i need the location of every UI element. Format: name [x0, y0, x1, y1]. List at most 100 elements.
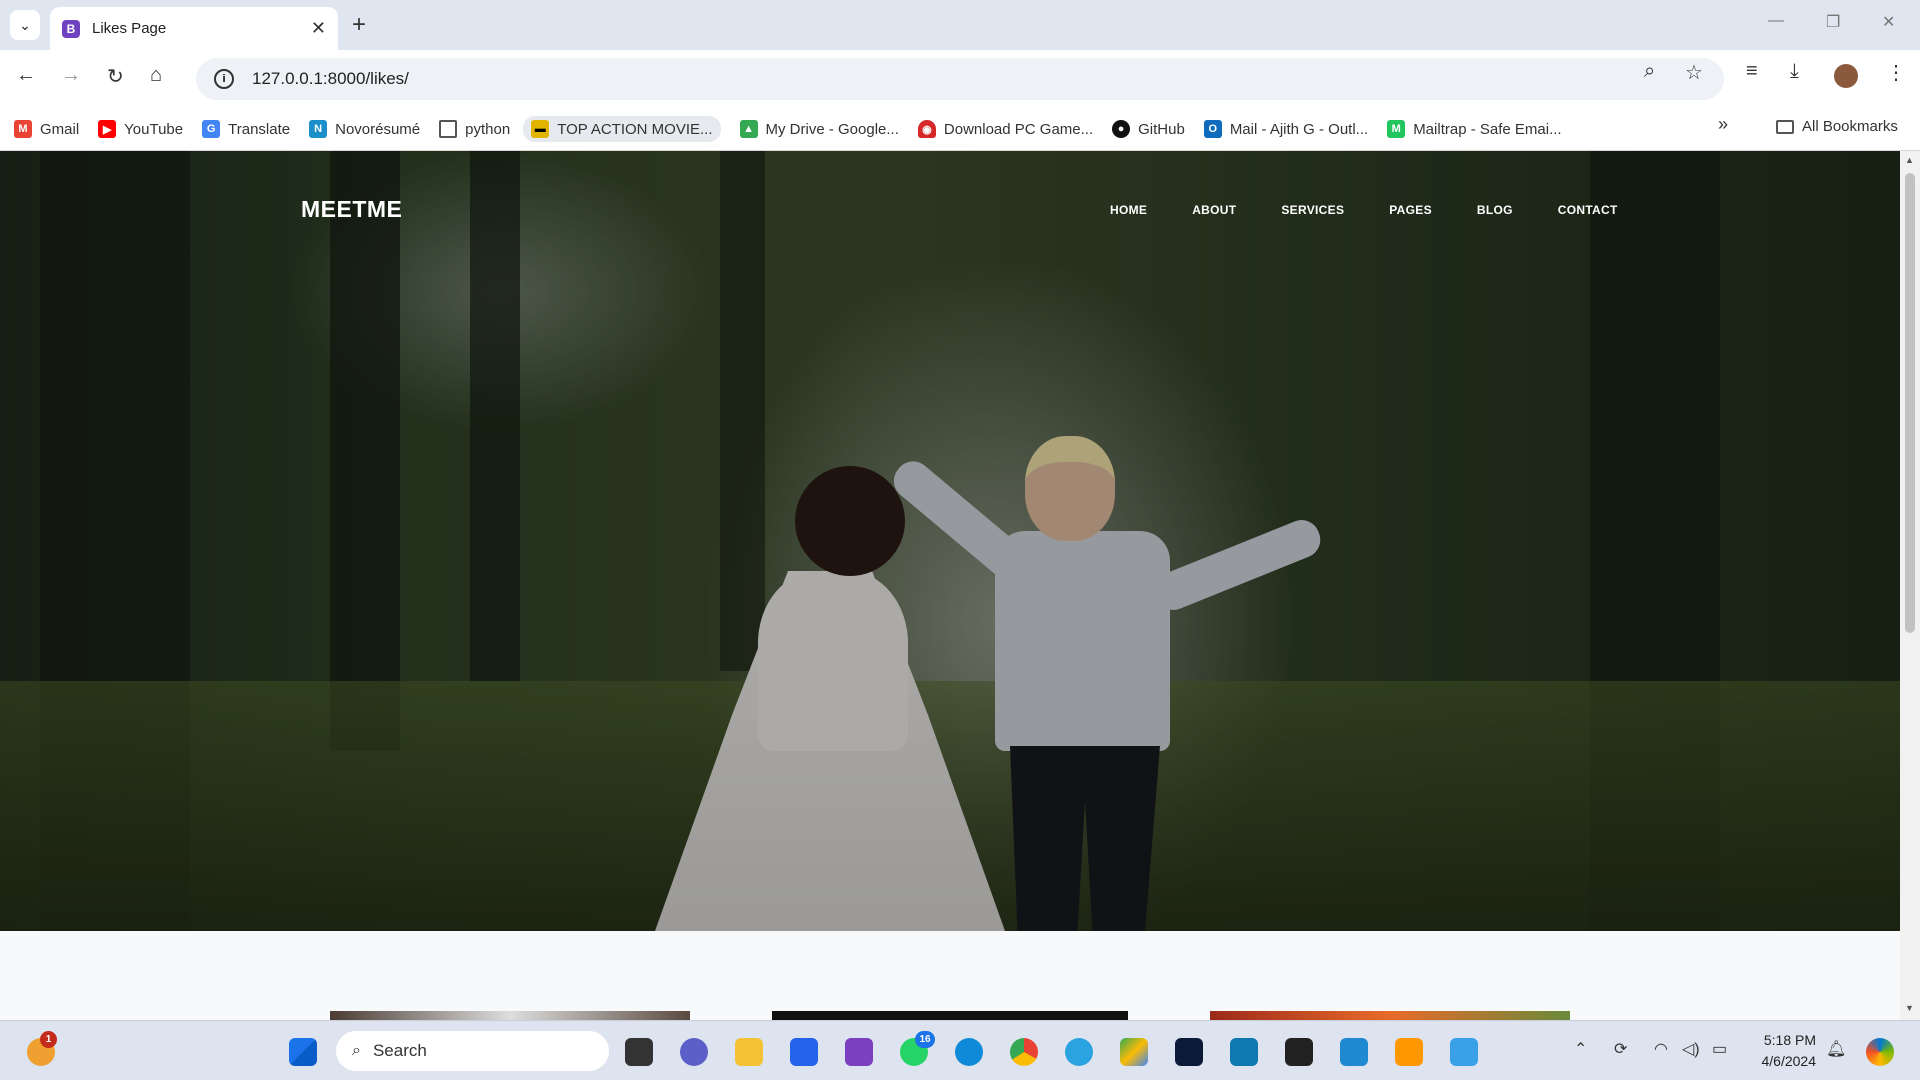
- sublime-text-icon[interactable]: [1395, 1038, 1423, 1066]
- bookmark-novoresume[interactable]: N Novorésumé: [309, 120, 420, 138]
- tab-search-chevron-icon[interactable]: ⌄: [10, 10, 40, 40]
- bookmark-youtube[interactable]: ▶ YouTube: [98, 120, 183, 138]
- search-icon: ⌕: [352, 1042, 361, 1059]
- teams-chat-icon[interactable]: [680, 1038, 708, 1066]
- outlook-icon: O: [1203, 120, 1222, 138]
- bookmarks-bar: M Gmail ▶ YouTube G Translate N Novorésumé p…: [0, 108, 1920, 151]
- site-info-icon[interactable]: i: [214, 69, 234, 89]
- github-icon: ●: [1112, 120, 1131, 138]
- folder-icon: [1776, 119, 1794, 134]
- telegram-icon[interactable]: [1065, 1038, 1093, 1066]
- windows-taskbar: 1 ⌕ Search 16 ⌃ ⟳ ◠ ◁) ▭ 5:18 PM 4/6/202…: [0, 1020, 1920, 1080]
- tab-likes-page[interactable]: B Likes Page ✕: [50, 7, 338, 50]
- file-explorer-icon[interactable]: [735, 1038, 763, 1066]
- card-image-thumbnail[interactable]: [330, 1011, 690, 1020]
- wifi-icon[interactable]: ◠: [1654, 1039, 1668, 1059]
- terminal-icon[interactable]: [1285, 1038, 1313, 1066]
- close-tab-icon[interactable]: ✕: [311, 18, 326, 39]
- hero-banner: [0, 151, 1900, 931]
- home-icon[interactable]: ⌂: [150, 64, 162, 87]
- zoom-magnifier-icon[interactable]: ⌕: [1644, 60, 1655, 83]
- new-tab-plus-icon[interactable]: +: [352, 11, 366, 39]
- more-bookmarks-chevron-icon[interactable]: »: [1718, 114, 1728, 135]
- weather-notification-badge: 1: [40, 1031, 57, 1048]
- drive-icon: ▲: [739, 120, 758, 138]
- bookmark-download-pc-game[interactable]: ◉ Download PC Game...: [917, 120, 1093, 138]
- bookmark-star-icon[interactable]: ☆: [1685, 60, 1703, 85]
- disney-plus-icon[interactable]: [1175, 1038, 1203, 1066]
- all-bookmarks-button[interactable]: All Bookmarks: [1776, 118, 1898, 135]
- copilot-icon[interactable]: [1866, 1038, 1894, 1066]
- tab-title: Likes Page: [92, 20, 167, 37]
- bookmark-translate[interactable]: G Translate: [202, 120, 290, 138]
- address-bar[interactable]: i 127.0.0.1:8000/likes/: [196, 58, 1724, 100]
- bookmark-outlook-mail[interactable]: O Mail - Ajith G - Outl...: [1203, 120, 1368, 138]
- folder-icon: [439, 120, 458, 138]
- page-scrollbar[interactable]: ▲ ▼: [1900, 151, 1920, 1020]
- translate-icon: G: [202, 120, 221, 138]
- back-arrow-icon[interactable]: ←: [16, 64, 36, 87]
- game-icon: ◉: [917, 120, 936, 138]
- nav-about[interactable]: ABOUT: [1192, 203, 1236, 217]
- clock-date: 4/6/2024: [1761, 1053, 1817, 1069]
- restore-icon[interactable]: ❐: [1826, 12, 1840, 32]
- window-close-icon[interactable]: ✕: [1882, 12, 1895, 32]
- show-hidden-icons-chevron-icon[interactable]: ⌃: [1574, 1039, 1587, 1059]
- browser-chrome: ⌄ B Likes Page ✕ + — ❐ ✕ ← → ↻ ⌂ i 127.0…: [0, 0, 1920, 151]
- gmail-icon: M: [14, 120, 32, 138]
- bookmark-mailtrap[interactable]: M Mailtrap - Safe Emai...: [1387, 120, 1562, 138]
- bookmark-python-folder[interactable]: python: [439, 120, 510, 138]
- nav-home[interactable]: HOME: [1110, 203, 1147, 217]
- battery-icon[interactable]: ▭: [1712, 1039, 1727, 1059]
- whatsapp-notification-badge: 16: [915, 1031, 935, 1048]
- microsoft-store-icon[interactable]: [790, 1038, 818, 1066]
- vscode-icon[interactable]: [1340, 1038, 1368, 1066]
- bootstrap-favicon-icon: B: [62, 19, 80, 38]
- nav-contact[interactable]: CONTACT: [1558, 203, 1618, 217]
- minimize-icon[interactable]: —: [1768, 12, 1784, 30]
- nav-blog[interactable]: BLOG: [1477, 203, 1513, 217]
- site-navbar: MEETME HOME ABOUT SERVICES PAGES BLOG CO…: [0, 151, 1900, 251]
- taskbar-search-box[interactable]: ⌕ Search: [336, 1031, 609, 1071]
- volume-icon[interactable]: ◁): [1682, 1039, 1700, 1059]
- page-viewport: MEETME HOME ABOUT SERVICES PAGES BLOG CO…: [0, 151, 1900, 1020]
- mailtrap-icon: M: [1387, 120, 1406, 138]
- clock-time: 5:18 PM: [1763, 1032, 1816, 1048]
- bookmark-gmail[interactable]: M Gmail: [14, 120, 79, 138]
- reload-icon[interactable]: ↻: [107, 64, 124, 89]
- nav-pages[interactable]: PAGES: [1389, 203, 1432, 217]
- bookmark-github[interactable]: ● GitHub: [1112, 120, 1185, 138]
- profile-avatar[interactable]: [1834, 64, 1858, 88]
- download-icon[interactable]: ⤓: [1790, 60, 1799, 83]
- bookmark-my-drive[interactable]: ▲ My Drive - Google...: [739, 120, 899, 138]
- menu-kebab-icon[interactable]: ⋮: [1886, 60, 1906, 85]
- chrome-icon[interactable]: [1010, 1038, 1038, 1066]
- windows-start-icon[interactable]: [289, 1038, 317, 1066]
- scrollbar-thumb[interactable]: [1905, 173, 1915, 633]
- snipping-tool-icon[interactable]: [845, 1038, 873, 1066]
- bookmark-top-action-movie[interactable]: ▬ TOP ACTION MOVIE...: [523, 116, 721, 142]
- google-drive-icon[interactable]: [1120, 1038, 1148, 1066]
- url-text[interactable]: 127.0.0.1:8000/likes/: [252, 69, 409, 89]
- novoresume-icon: N: [309, 120, 328, 138]
- scroll-down-arrow-icon[interactable]: ▼: [1905, 1003, 1914, 1013]
- nav-services[interactable]: SERVICES: [1281, 203, 1344, 217]
- prime-video-icon[interactable]: [1230, 1038, 1258, 1066]
- site-brand-logo[interactable]: MEETME: [301, 196, 402, 223]
- photos-icon[interactable]: [1450, 1038, 1478, 1066]
- card-image-thumbnail[interactable]: [772, 1011, 1128, 1020]
- forward-arrow-icon[interactable]: →: [61, 64, 81, 87]
- scroll-up-arrow-icon[interactable]: ▲: [1905, 155, 1914, 165]
- notification-bell-icon[interactable]: 🔔︎: [1826, 1039, 1846, 1059]
- media-control-icon[interactable]: ≡: [1746, 60, 1758, 83]
- youtube-icon: ▶: [98, 120, 117, 138]
- task-view-icon[interactable]: [625, 1038, 653, 1066]
- tab-strip: ⌄ B Likes Page ✕ + — ❐ ✕: [0, 0, 1920, 50]
- site-menu: HOME ABOUT SERVICES PAGES BLOG CONTACT: [1110, 203, 1663, 217]
- movie-icon: ▬: [531, 120, 550, 138]
- sync-icon[interactable]: ⟳: [1614, 1039, 1627, 1059]
- card-image-thumbnail[interactable]: [1210, 1011, 1570, 1020]
- browser-toolbar: ← → ↻ ⌂ i 127.0.0.1:8000/likes/ ⌕ ☆ ≡ ⤓ …: [0, 50, 1920, 108]
- taskbar-clock[interactable]: 5:18 PM 4/6/2024: [1754, 1030, 1817, 1072]
- edge-icon[interactable]: [955, 1038, 983, 1066]
